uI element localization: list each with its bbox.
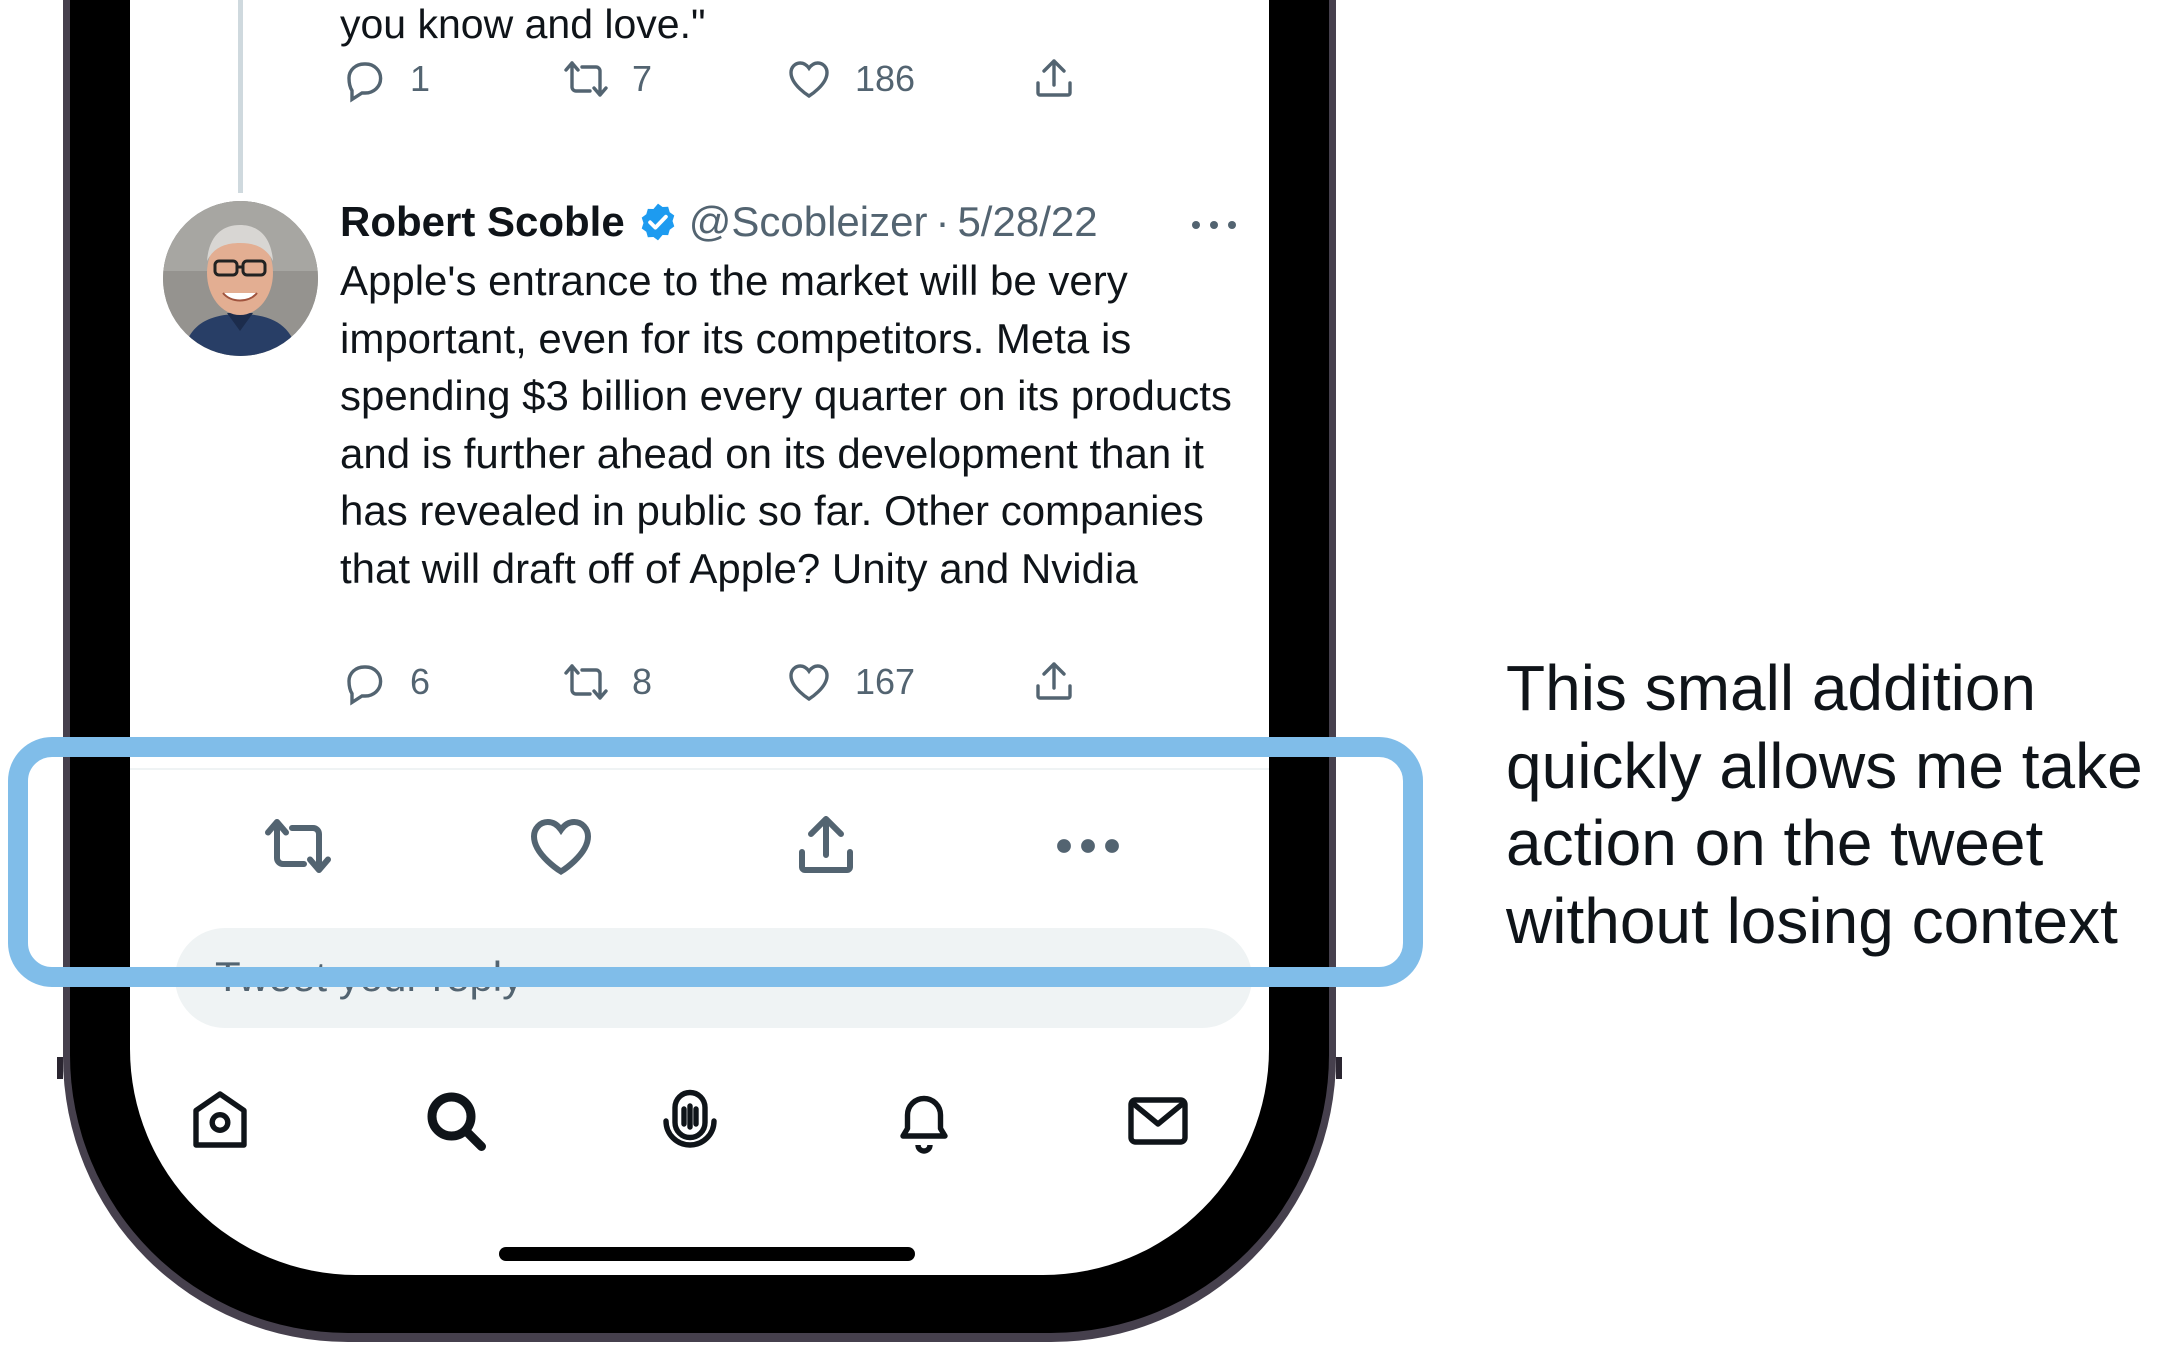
phone-bezel: you know and love." 1 7 186 Robert Scobl… xyxy=(70,0,1329,1333)
phone-side-button xyxy=(1336,1057,1342,1079)
retweet-action[interactable]: 7 xyxy=(562,55,652,103)
avatar[interactable] xyxy=(163,201,318,356)
phone-screen: you know and love." 1 7 186 Robert Scobl… xyxy=(130,0,1269,1275)
retweet-action[interactable]: 8 xyxy=(562,658,652,706)
retweet-icon xyxy=(564,664,608,700)
retweet-count: 7 xyxy=(632,58,653,99)
messages-icon[interactable] xyxy=(1122,1085,1194,1157)
tweet-header: Robert Scoble @Scobleizer · 5/28/22 xyxy=(340,198,1098,246)
reply-action[interactable]: 6 xyxy=(340,658,430,706)
avatar-photo xyxy=(163,201,318,356)
home-icon[interactable] xyxy=(184,1085,256,1157)
share-icon xyxy=(1036,662,1072,700)
verified-badge-icon xyxy=(641,203,674,241)
heart-icon xyxy=(789,61,829,98)
reply-count: 6 xyxy=(410,661,431,702)
like-action[interactable]: 167 xyxy=(785,658,915,706)
reply-action[interactable]: 1 xyxy=(340,55,430,103)
highlight-box xyxy=(8,737,1423,987)
annotation-caption: This small addition quickly allows me ta… xyxy=(1506,652,2143,957)
share-action[interactable] xyxy=(1030,55,1078,103)
author-handle[interactable]: @Scobleizer xyxy=(689,198,928,246)
phone-side-button xyxy=(57,1057,63,1079)
share-action[interactable] xyxy=(1030,658,1078,706)
reply-icon xyxy=(347,665,383,706)
phone-frame: you know and love." 1 7 186 Robert Scobl… xyxy=(57,0,1342,1342)
search-icon[interactable] xyxy=(420,1085,492,1157)
thread-line xyxy=(238,0,243,193)
header-separator: · xyxy=(935,198,950,245)
tab-bar xyxy=(130,1085,1269,1175)
notifications-icon[interactable] xyxy=(888,1085,960,1157)
reply-icon xyxy=(347,62,383,103)
previous-tweet-text: you know and love." xyxy=(340,1,706,47)
author-name[interactable]: Robert Scoble xyxy=(340,198,625,246)
reply-count: 1 xyxy=(410,58,431,99)
share-icon xyxy=(1036,59,1072,97)
retweet-icon xyxy=(564,61,608,97)
like-count: 167 xyxy=(855,661,916,702)
like-count: 186 xyxy=(855,58,916,99)
spaces-icon[interactable] xyxy=(654,1085,726,1157)
heart-icon xyxy=(789,664,829,701)
tweet-date[interactable]: 5/28/22 xyxy=(957,198,1097,246)
like-action[interactable]: 186 xyxy=(785,55,915,103)
retweet-count: 8 xyxy=(632,661,653,702)
tweet-text: Apple's entrance to the market will be v… xyxy=(340,257,1232,592)
tweet-more-icon[interactable] xyxy=(1190,218,1238,232)
home-indicator[interactable] xyxy=(499,1247,915,1261)
